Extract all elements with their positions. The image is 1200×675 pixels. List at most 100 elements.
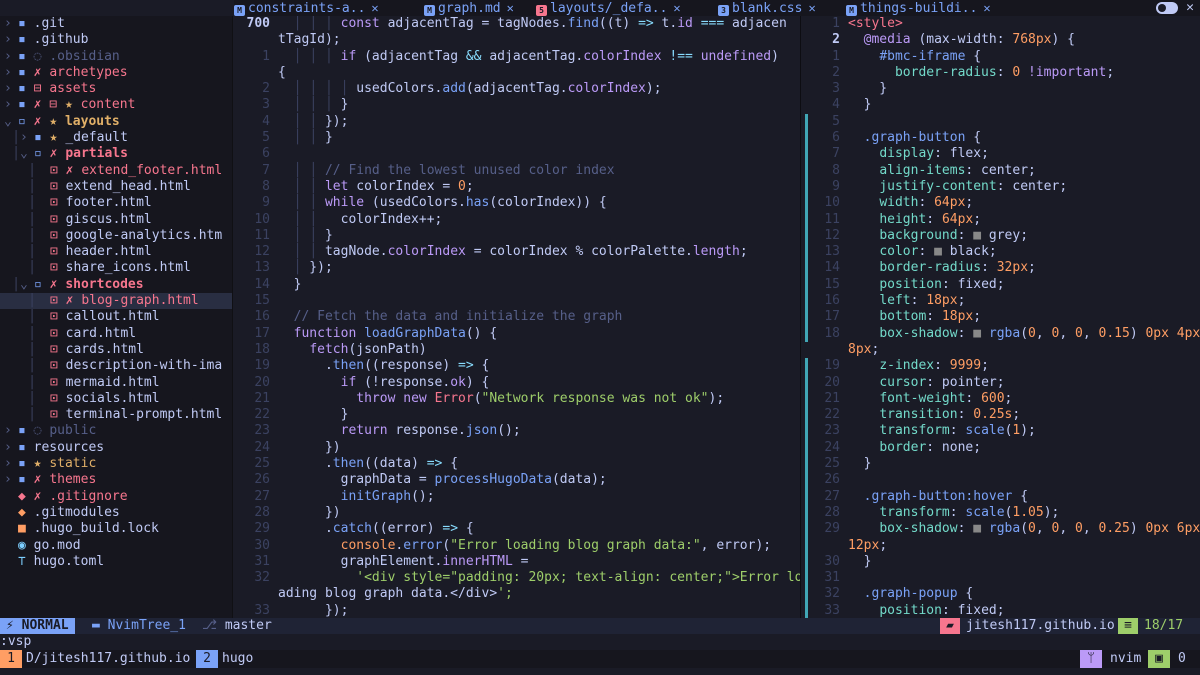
tree-item[interactable]: │ ⊡ description-with-ima xyxy=(0,358,232,374)
chevron-icon[interactable]: ⌄ xyxy=(4,114,18,130)
code-line[interactable]: .graph-popup { xyxy=(848,586,1200,602)
code-line[interactable]: │ │ │ const adjacentTag = tagNodes.find(… xyxy=(278,16,800,32)
buffer-tab[interactable]: 5 layouts/_defa.. ✕ xyxy=(536,0,681,16)
tree-item[interactable]: ◉ go.mod xyxy=(0,538,232,554)
code-line[interactable]: .graph-button { xyxy=(848,130,1200,146)
code-line[interactable]: width: 64px; xyxy=(848,195,1200,211)
code-line[interactable]: cursor: pointer; xyxy=(848,375,1200,391)
code-line[interactable]: │ │ │ │ usedColors.add(adjacentTag.color… xyxy=(278,81,800,97)
code-line[interactable]: │ │ │ } xyxy=(278,97,800,113)
code-line[interactable]: │ │ let colorIndex = 0; xyxy=(278,179,800,195)
command-line[interactable]: :vsp xyxy=(0,634,1200,650)
code-line[interactable]: } xyxy=(848,554,1200,570)
tree-item[interactable]: │⌄ ▫ ✗ shortcodes xyxy=(0,277,232,293)
code-line[interactable]: transition: 0.25s; xyxy=(848,407,1200,423)
chevron-icon[interactable]: › xyxy=(4,440,18,456)
code-line[interactable]: │ │ } xyxy=(278,228,800,244)
close-icon[interactable]: ✕ xyxy=(673,1,680,15)
code-text[interactable]: <style> @media (max-width: 768px) { #bmc… xyxy=(848,16,1200,618)
code-line[interactable]: #bmc-iframe { xyxy=(848,49,1200,65)
code-line[interactable]: }); xyxy=(278,603,800,618)
code-line[interactable] xyxy=(278,146,800,162)
code-line[interactable]: function loadGraphData() { xyxy=(278,326,800,342)
buffer-tab[interactable]: Mgraph.md ✕ xyxy=(424,0,514,16)
split-divider[interactable] xyxy=(800,16,801,618)
code-line[interactable]: left: 18px; xyxy=(848,293,1200,309)
tree-item[interactable]: │ ⊡ cards.html xyxy=(0,342,232,358)
tree-item[interactable]: › ▪ ◌ .obsidian xyxy=(0,49,232,65)
tree-item[interactable]: › ▪ ⊟ assets xyxy=(0,81,232,97)
tree-item[interactable]: › ▪ .github xyxy=(0,32,232,48)
code-line[interactable]: graphElement.innerHTML = xyxy=(278,554,800,570)
code-line[interactable]: .graph-button:hover { xyxy=(848,489,1200,505)
tree-item[interactable]: │⌄ ▫ ✗ partials xyxy=(0,146,232,162)
code-line[interactable]: } xyxy=(848,81,1200,97)
code-line[interactable]: bottom: 18px; xyxy=(848,309,1200,325)
code-line[interactable]: tTagId); xyxy=(278,32,800,48)
editor-pane-right[interactable]: 1 2 1 2 3 4 5 6 7 8 9 10 11 12 13 14 15 16 17 18 19 20 21 22 23 2… xyxy=(802,16,1200,618)
tree-item[interactable]: › ▪ ✗ archetypes xyxy=(0,65,232,81)
buffer-tab[interactable]: Mconstraints-a.. ✕ xyxy=(234,0,379,16)
code-line[interactable]: justify-content: center; xyxy=(848,179,1200,195)
close-icon[interactable]: ✕ xyxy=(1186,0,1194,16)
window-index[interactable]: 1 xyxy=(0,650,22,668)
code-line[interactable]: } xyxy=(848,97,1200,113)
code-line[interactable]: } xyxy=(278,407,800,423)
code-line[interactable]: │ │ while (usedColors.has(colorIndex)) { xyxy=(278,195,800,211)
code-line[interactable]: display: flex; xyxy=(848,146,1200,162)
code-line[interactable]: .catch((error) => { xyxy=(278,521,800,537)
code-line[interactable]: position: fixed; xyxy=(848,603,1200,618)
code-line[interactable]: fetch(jsonPath) xyxy=(278,342,800,358)
chevron-icon[interactable]: › xyxy=(4,49,18,65)
code-line[interactable]: │ │ │ if (adjacentTag && adjacentTag.col… xyxy=(278,49,800,65)
tree-item[interactable]: › ▪ .git xyxy=(0,16,232,32)
window-name[interactable]: D/jitesh117.github.io xyxy=(26,650,190,668)
code-line[interactable]: transform: scale(1); xyxy=(848,423,1200,439)
tree-item[interactable]: ⊤ hugo.toml xyxy=(0,554,232,570)
code-line[interactable]: <style> xyxy=(848,16,1200,32)
window-index[interactable]: 2 xyxy=(196,650,218,668)
code-line[interactable]: position: fixed; xyxy=(848,277,1200,293)
code-line[interactable]: }) xyxy=(278,440,800,456)
code-line[interactable]: @media (max-width: 768px) { xyxy=(848,32,1200,48)
tree-item[interactable]: │ ⊡ extend_head.html xyxy=(0,179,232,195)
tree-item[interactable]: ◆ .gitmodules xyxy=(0,505,232,521)
code-line[interactable]: { xyxy=(278,65,800,81)
chevron-icon[interactable]: › xyxy=(4,81,18,97)
code-line[interactable]: background: ■ grey; xyxy=(848,228,1200,244)
buffer-tab[interactable]: 3 blank.css ✕ xyxy=(718,0,816,16)
code-line[interactable] xyxy=(848,570,1200,586)
code-line[interactable]: │ │ }); xyxy=(278,114,800,130)
code-line[interactable]: │ }); xyxy=(278,260,800,276)
code-line[interactable] xyxy=(848,114,1200,130)
code-line[interactable]: box-shadow: ■ rgba(0, 0, 0, 0.15) 0px 4p… xyxy=(848,326,1200,342)
tree-item[interactable]: │ ⊡ ✗ extend_footer.html xyxy=(0,163,232,179)
code-line[interactable]: font-weight: 600; xyxy=(848,391,1200,407)
code-line[interactable]: height: 64px; xyxy=(848,212,1200,228)
tree-item[interactable]: │ ⊡ socials.html xyxy=(0,391,232,407)
code-line[interactable]: initGraph(); xyxy=(278,489,800,505)
code-line[interactable]: graphData = processHugoData(data); xyxy=(278,472,800,488)
buffer-tab[interactable]: Mthings-buildi.. ✕ xyxy=(846,0,991,16)
close-icon[interactable]: ✕ xyxy=(983,1,990,15)
code-line[interactable]: box-shadow: ■ rgba(0, 0, 0, 0.25) 0px 6p… xyxy=(848,521,1200,537)
code-line[interactable]: │ │ tagNode.colorIndex = colorIndex % co… xyxy=(278,244,800,260)
tree-item[interactable]: ⌄ ▫ ✗ ★ layouts xyxy=(0,114,232,130)
code-line[interactable]: } xyxy=(278,277,800,293)
editor-pane-left[interactable]: 700 1 2 3 4 5 6 7 8 9 10 11 12 13 14 15 16 17 18 19 20 21 22 23… xyxy=(234,16,800,618)
tree-item[interactable]: ■ .hugo_build.lock xyxy=(0,521,232,537)
toggle-icon[interactable] xyxy=(1156,2,1178,14)
code-line[interactable]: .then((data) => { xyxy=(278,456,800,472)
chevron-icon[interactable]: ⌄ xyxy=(20,277,34,293)
code-line[interactable] xyxy=(278,293,800,309)
tree-item[interactable]: │ ⊡ card.html xyxy=(0,326,232,342)
code-line[interactable]: 8px; xyxy=(848,342,1200,358)
code-text[interactable]: │ │ │ const adjacentTag = tagNodes.find(… xyxy=(278,16,800,618)
chevron-icon[interactable]: › xyxy=(4,32,18,48)
chevron-icon[interactable]: › xyxy=(4,97,18,113)
code-line[interactable]: }) xyxy=(278,505,800,521)
close-icon[interactable]: ✕ xyxy=(507,1,514,15)
tree-item[interactable]: › ▪ resources xyxy=(0,440,232,456)
tree-item[interactable]: │ ⊡ mermaid.html xyxy=(0,375,232,391)
code-line[interactable]: │ │ } xyxy=(278,130,800,146)
